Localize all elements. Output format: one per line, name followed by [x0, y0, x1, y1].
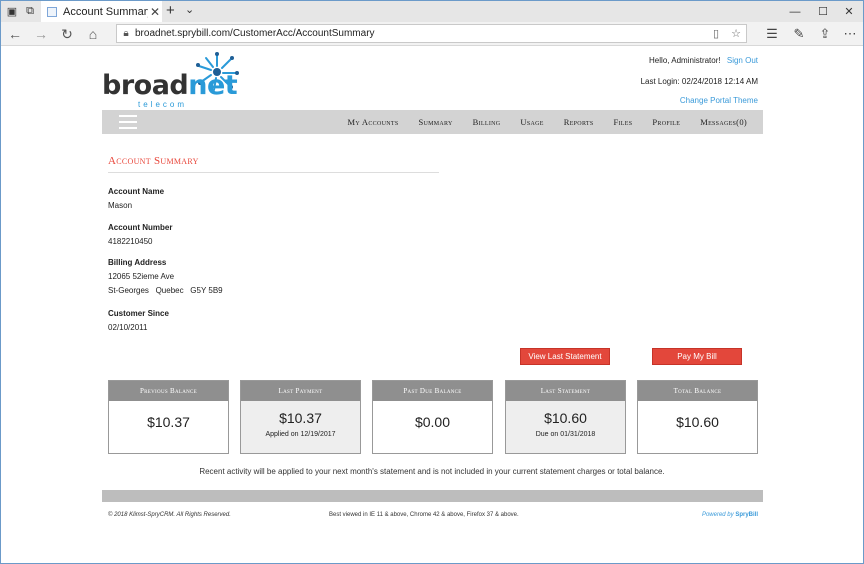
card-amount: $10.60: [544, 410, 587, 426]
address-province: Quebec: [155, 286, 184, 295]
address-toolbar: ← → ↻ ⌂ 🔒︎ broadnet.sprybill.com/Custome…: [1, 22, 863, 46]
browser-window: ▣ ⧉ Account Summary - Cus ✕ + ⌄ — ☐ ✕ ← …: [0, 0, 864, 564]
last-payment-card: Last Payment $10.37 Applied on 12/19/201…: [240, 380, 361, 454]
address-line1: 12065 52ieme Ave: [108, 272, 175, 281]
sign-out-link[interactable]: Sign Out: [727, 56, 758, 65]
card-header: Last Statement: [506, 381, 625, 401]
home-icon[interactable]: ⌂: [84, 25, 102, 43]
close-window-icon[interactable]: ✕: [835, 1, 863, 22]
card-header: Total Balance: [638, 381, 757, 401]
tab-close-icon[interactable]: ✕: [148, 5, 162, 19]
tab-title: Account Summary - Cus: [63, 5, 148, 18]
refresh-icon[interactable]: ↻: [58, 25, 76, 43]
web-note-icon[interactable]: ✎: [790, 25, 808, 43]
account-name-label: Account Name: [108, 187, 165, 196]
copyright-text: © 2018 Klimst-SpryCRM. All Rights Reserv…: [108, 512, 231, 518]
page-title: Account Summary: [108, 155, 199, 167]
forward-icon[interactable]: →: [32, 25, 50, 43]
nav-billing[interactable]: Billing: [473, 117, 501, 127]
tab-account-summary[interactable]: Account Summary - Cus ✕: [41, 1, 162, 22]
address-bar[interactable]: 🔒︎ broadnet.sprybill.com/CustomerAcc/Acc…: [116, 24, 747, 43]
user-greeting-row: Hello, Administrator! Sign Out: [649, 56, 758, 65]
card-amount: $10.60: [676, 414, 719, 430]
web-page: broadnet telecom Hello, Administrator! S…: [1, 46, 863, 563]
new-tab-icon[interactable]: +: [166, 2, 175, 19]
card-amount: $10.37: [279, 410, 322, 426]
back-icon[interactable]: ←: [6, 25, 24, 43]
powered-by-link[interactable]: Powered by SpryBill: [702, 512, 758, 518]
pay-my-bill-button[interactable]: Pay My Bill: [652, 348, 742, 365]
tab-preview-icon[interactable]: ▣: [5, 4, 19, 18]
billing-address-label: Billing Address: [108, 258, 167, 267]
powered-by-brand: SpryBill: [735, 512, 758, 518]
hamburger-menu-icon[interactable]: [119, 115, 137, 129]
greeting-text: Hello, Administrator!: [649, 56, 721, 65]
customer-since-label: Customer Since: [108, 309, 169, 318]
account-number-label: Account Number: [108, 223, 173, 232]
address-postal: G5Y 5B9: [190, 286, 223, 295]
account-number-value: 4182210450: [108, 237, 153, 246]
last-login-text: Last Login: 02/24/2018 12:14 AM: [640, 77, 758, 86]
nav-usage[interactable]: Usage: [520, 117, 543, 127]
favorites-hub-icon[interactable]: ☰: [763, 25, 781, 43]
set-tabs-aside-icon[interactable]: ⧉: [23, 4, 37, 18]
card-amount: $0.00: [414, 414, 451, 430]
card-subtext: Applied on 12/19/2017: [265, 431, 336, 438]
change-portal-theme-link[interactable]: Change Portal Theme: [680, 96, 758, 105]
account-name-value: Mason: [108, 201, 133, 210]
card-subtext: Due on 01/31/2018: [535, 431, 596, 438]
nav-profile[interactable]: Profile: [652, 117, 680, 127]
card-header: Last Payment: [241, 381, 360, 401]
nav-files[interactable]: Files: [613, 117, 632, 127]
footer-bar: [102, 490, 763, 502]
browser-support-text: Best viewed in IE 11 & above, Chrome 42 …: [329, 512, 519, 518]
view-last-statement-button[interactable]: View Last Statement: [520, 348, 610, 365]
nav-messages[interactable]: Messages(0): [700, 117, 747, 127]
card-amount: $10.37: [147, 414, 190, 430]
title-divider: [108, 172, 439, 173]
main-nav: My Accounts Summary Billing Usage Report…: [102, 110, 763, 134]
previous-balance-card: Previous Balance $10.37: [108, 380, 229, 454]
nav-my-accounts[interactable]: My Accounts: [347, 117, 398, 127]
card-header: Previous Balance: [109, 381, 228, 401]
minimize-icon[interactable]: —: [781, 1, 809, 22]
url-text[interactable]: broadnet.sprybill.com/CustomerAcc/Accoun…: [135, 28, 706, 39]
logo-wordmark: broadnet: [102, 70, 238, 101]
address-city: St-Georges: [108, 286, 149, 295]
reading-view-icon[interactable]: ▯: [706, 27, 726, 40]
lock-icon: 🔒︎: [123, 28, 129, 39]
broadnet-logo[interactable]: broadnet telecom: [102, 52, 242, 110]
tab-bar: ▣ ⧉ Account Summary - Cus ✕ + ⌄ — ☐ ✕: [1, 1, 863, 22]
nav-summary[interactable]: Summary: [418, 117, 452, 127]
tab-list-chevron-icon[interactable]: ⌄: [185, 3, 194, 16]
favorite-star-icon[interactable]: ☆: [726, 27, 746, 40]
past-due-balance-card: Past Due Balance $0.00: [372, 380, 493, 454]
maximize-icon[interactable]: ☐: [809, 1, 837, 22]
logo-subtitle: telecom: [138, 100, 188, 109]
address-line2: St-Georges Quebec G5Y 5B9: [108, 286, 223, 295]
page-favicon-icon: [47, 6, 57, 17]
share-icon[interactable]: ⇪: [816, 25, 834, 43]
customer-since-value: 02/10/2011: [108, 323, 148, 332]
card-header: Past Due Balance: [373, 381, 492, 401]
last-statement-card: Last Statement $10.60 Due on 01/31/2018: [505, 380, 626, 454]
powered-by-label: Powered by: [701, 512, 734, 518]
nav-items: My Accounts Summary Billing Usage Report…: [327, 110, 747, 134]
total-balance-card: Total Balance $10.60: [637, 380, 758, 454]
nav-reports[interactable]: Reports: [564, 117, 594, 127]
more-menu-icon[interactable]: ⋯: [841, 25, 859, 43]
statement-notice: Recent activity will be applied to your …: [199, 467, 665, 476]
